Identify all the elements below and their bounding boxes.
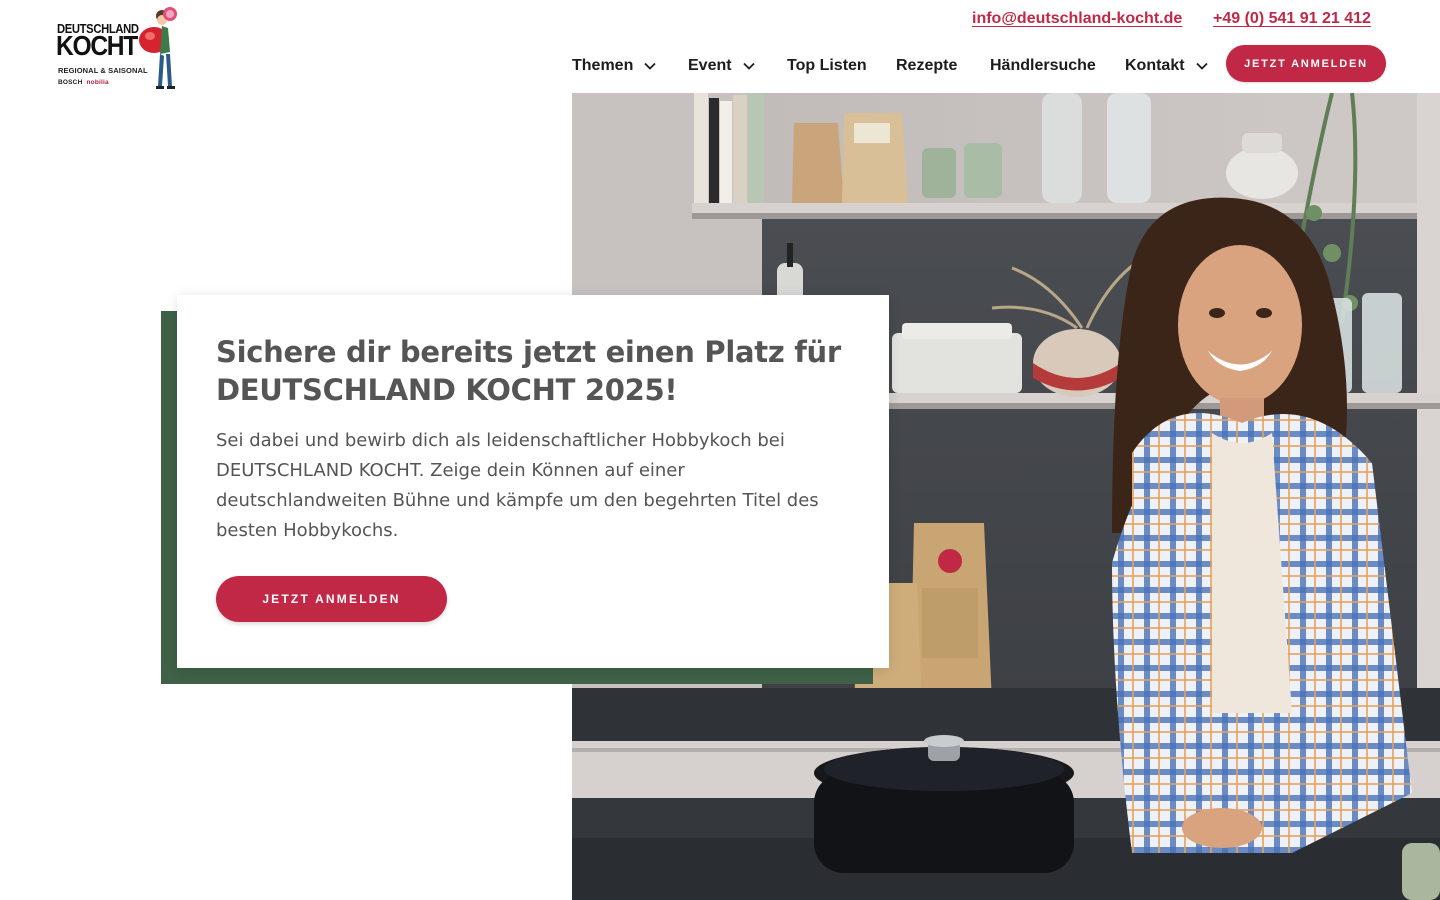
nav-item-label: Kontakt <box>1125 57 1185 74</box>
hero-description: Sei dabei und bewirb dich als leidenscha… <box>216 430 819 541</box>
logo-partner-bosch: BOSCH <box>58 79 83 86</box>
nav-item-label: Rezepte <box>896 57 958 74</box>
logo-text-kocht: KOCHT <box>56 30 138 61</box>
contact-phone-link[interactable]: +49 (0) 541 91 21 412 <box>1213 10 1371 28</box>
hero-register-button[interactable]: JETZT ANMELDEN <box>216 576 447 622</box>
page: DEUTSCHLAND KOCHT REGIONAL & SAISONAL BO… <box>0 0 1440 900</box>
hero-card: Sichere dir bereits jetzt einen Platz fü… <box>177 295 889 668</box>
nav-item-top-listen[interactable]: Top Listen <box>787 57 867 75</box>
nav-item-kontakt[interactable]: Kontakt <box>1125 57 1209 75</box>
nav-item-themen[interactable]: Themen <box>572 57 657 75</box>
logo-partners: BOSCH nobilia <box>58 79 109 86</box>
hero-title: Sichere dir bereits jetzt einen Platz fü… <box>216 335 841 407</box>
nav-item-rezepte[interactable]: Rezepte <box>896 57 957 75</box>
contact-email-link[interactable]: info@deutschland-kocht.de <box>972 10 1182 28</box>
chef-figure-icon <box>139 7 177 89</box>
nav-item-label: Top Listen <box>787 57 867 74</box>
nav-item-haendlersuche[interactable]: Händlersuche <box>990 57 1096 75</box>
nav-item-label: Händlersuche <box>990 57 1096 74</box>
chevron-down-icon <box>742 62 755 70</box>
header-register-button[interactable]: JETZT ANMELDEN <box>1226 45 1386 82</box>
chevron-down-icon <box>1195 62 1208 70</box>
nav-item-event[interactable]: Event <box>688 57 756 75</box>
chevron-down-icon <box>644 62 656 70</box>
nav-item-label: Event <box>688 57 732 74</box>
site-logo[interactable]: DEUTSCHLAND KOCHT REGIONAL & SAISONAL BO… <box>56 6 182 90</box>
logo-partner-nobilia: nobilia <box>86 79 109 86</box>
nav-item-label: Themen <box>572 57 634 74</box>
